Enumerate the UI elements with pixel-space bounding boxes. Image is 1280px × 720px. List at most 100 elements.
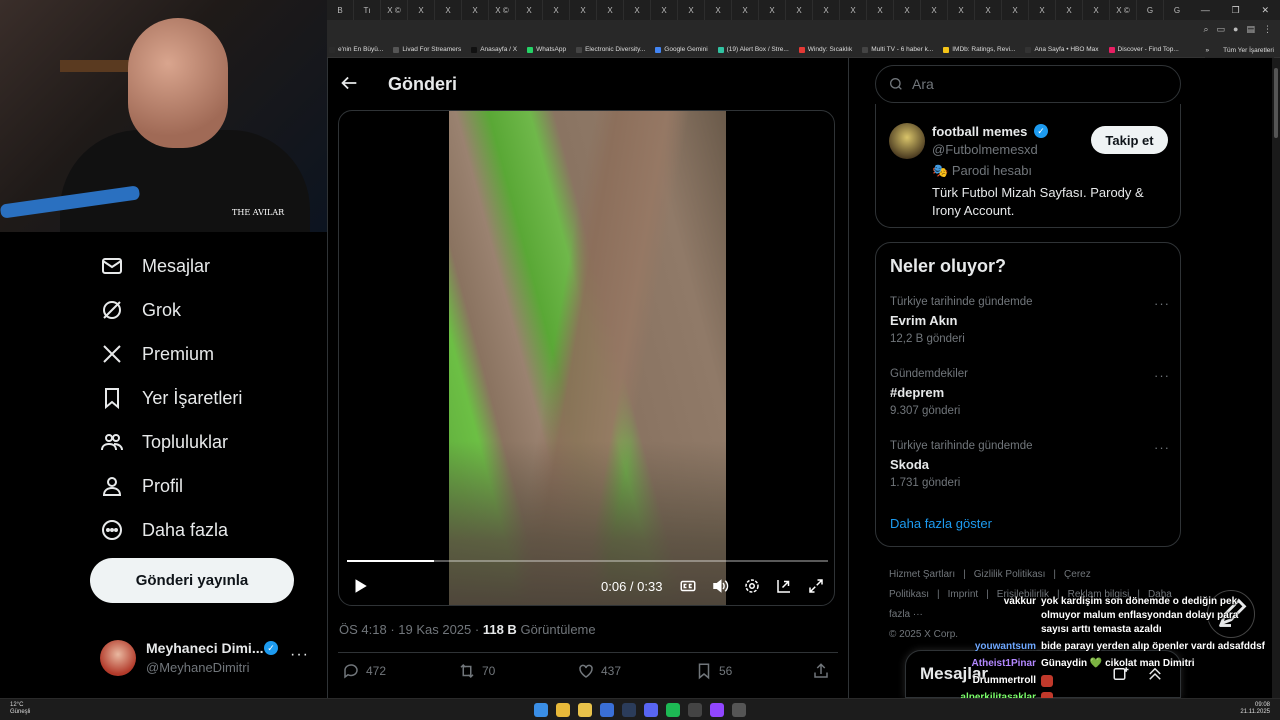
browser-tab[interactable]: X © bbox=[489, 0, 516, 20]
post-button[interactable]: Gönderi yayınla bbox=[90, 558, 294, 603]
weather-widget[interactable]: 12°C Güneşli bbox=[10, 702, 30, 716]
chrome-icon[interactable] bbox=[556, 703, 570, 717]
repost-button[interactable]: 70 bbox=[458, 662, 495, 680]
browser-tab[interactable]: X bbox=[651, 0, 678, 20]
video-progress-bar[interactable] bbox=[347, 560, 828, 562]
browser-tab[interactable]: X bbox=[813, 0, 840, 20]
browser-tab[interactable]: X bbox=[408, 0, 435, 20]
video-player[interactable]: 0:06 / 0:33 bbox=[338, 110, 835, 606]
bookmark-item[interactable]: Anasayfa / X bbox=[471, 46, 517, 53]
bookmark-item[interactable]: Electronic Diversity... bbox=[576, 46, 645, 53]
more-dots-icon[interactable]: ··· bbox=[1154, 296, 1170, 311]
browser-tab[interactable]: X © bbox=[1110, 0, 1137, 20]
footer-link[interactable]: Gizlilik Politikası bbox=[974, 569, 1046, 580]
browser-tab[interactable]: X bbox=[975, 0, 1002, 20]
profile-icon[interactable]: ● bbox=[1233, 24, 1238, 35]
browser-tab[interactable]: X bbox=[948, 0, 975, 20]
browser-tab[interactable]: X bbox=[1056, 0, 1083, 20]
bookmark-item[interactable]: WhatsApp bbox=[527, 46, 566, 53]
extensions-icon[interactable]: ▤ bbox=[1246, 24, 1255, 35]
menu-icon[interactable]: ⋮ bbox=[1263, 24, 1272, 35]
bookmark-button[interactable]: 56 bbox=[695, 662, 732, 680]
footer-link[interactable]: Hizmet Şartları bbox=[889, 569, 955, 580]
fullscreen-icon[interactable] bbox=[807, 577, 825, 595]
card-account-name[interactable]: football memes bbox=[932, 124, 1027, 139]
bookmark-item[interactable]: (19) Alert Box / Stre... bbox=[717, 46, 789, 53]
bookmark-item[interactable]: Multi TV - 6 haber k... bbox=[862, 46, 933, 53]
browser-tab[interactable]: X bbox=[597, 0, 624, 20]
browser-tab[interactable]: X bbox=[678, 0, 705, 20]
app-icon[interactable] bbox=[688, 703, 702, 717]
picture-in-picture-icon[interactable] bbox=[775, 577, 793, 595]
more-dots-icon[interactable]: ··· bbox=[290, 646, 309, 664]
show-more-link[interactable]: Daha fazla göster bbox=[890, 516, 992, 531]
bookmark-item[interactable]: IMDb: Ratings, Revi... bbox=[943, 46, 1015, 53]
bookmark-item[interactable]: Google Gemini bbox=[655, 46, 708, 53]
cast-icon[interactable]: ▭ bbox=[1217, 24, 1226, 35]
nav-item-messages[interactable]: Mesajlar bbox=[100, 254, 210, 278]
browser-tab[interactable]: G bbox=[1137, 0, 1164, 20]
play-icon[interactable] bbox=[351, 577, 369, 595]
browser-tab[interactable]: X bbox=[624, 0, 651, 20]
system-tray[interactable]: 09:08 21.11.2025 bbox=[1240, 702, 1270, 716]
browser-tab[interactable]: X © bbox=[381, 0, 408, 20]
app-icon[interactable] bbox=[732, 703, 746, 717]
browser-tab[interactable]: X bbox=[1083, 0, 1110, 20]
browser-tab[interactable]: X bbox=[732, 0, 759, 20]
nav-item-grok[interactable]: Grok bbox=[100, 298, 181, 322]
browser-tab[interactable]: X bbox=[1002, 0, 1029, 20]
browser-tab[interactable]: X bbox=[435, 0, 462, 20]
nav-item-premium[interactable]: Premium bbox=[100, 342, 214, 366]
browser-tab[interactable]: X bbox=[1029, 0, 1056, 20]
browser-tab[interactable]: X bbox=[867, 0, 894, 20]
browser-tab[interactable]: X bbox=[705, 0, 732, 20]
like-button[interactable]: 437 bbox=[577, 662, 621, 680]
address-bar[interactable]: ⌕ ▭ ● ▤ ⋮ bbox=[327, 20, 1280, 42]
reply-button[interactable]: 472 bbox=[342, 662, 386, 680]
account-switcher[interactable]: Meyhaneci Dimi... ✓ @MeyhaneDimitri ··· bbox=[100, 632, 310, 682]
browser-tab[interactable]: X bbox=[894, 0, 921, 20]
zoom-icon[interactable]: ⌕ bbox=[1203, 24, 1208, 35]
more-dots-icon[interactable]: ··· bbox=[1154, 368, 1170, 383]
follow-button[interactable]: Takip et bbox=[1091, 126, 1168, 154]
bookmark-item[interactable]: e'nin En Büyü... bbox=[329, 46, 383, 53]
browser-tab[interactable]: X bbox=[462, 0, 489, 20]
back-arrow-icon[interactable] bbox=[338, 72, 360, 94]
file-explorer-icon[interactable] bbox=[578, 703, 592, 717]
browser-tab[interactable]: X bbox=[759, 0, 786, 20]
bookmarks-folder[interactable]: Tüm Yer İşaretleri bbox=[1223, 47, 1274, 54]
close-icon[interactable]: ✕ bbox=[1262, 5, 1270, 16]
bookmark-item[interactable]: Ana Sayfa • HBO Max bbox=[1025, 46, 1099, 53]
trend-item[interactable]: Gündemdekiler #deprem 9.307 gönderi ··· bbox=[890, 368, 1170, 428]
browser-tab[interactable]: X bbox=[543, 0, 570, 20]
discord-icon[interactable] bbox=[644, 703, 658, 717]
browser-tab[interactable]: Tı bbox=[354, 0, 381, 20]
volume-icon[interactable] bbox=[711, 577, 729, 595]
browser-tab[interactable]: G bbox=[1164, 0, 1191, 20]
settings-gear-icon[interactable] bbox=[743, 577, 761, 595]
app-icon[interactable] bbox=[600, 703, 614, 717]
minimize-icon[interactable]: — bbox=[1201, 5, 1210, 15]
captions-icon[interactable] bbox=[679, 577, 697, 595]
scrollbar-thumb[interactable] bbox=[1274, 68, 1278, 138]
nav-item-communities[interactable]: Topluluklar bbox=[100, 430, 228, 454]
more-dots-icon[interactable]: ··· bbox=[1154, 440, 1170, 455]
bookmarks-more[interactable]: » bbox=[1205, 47, 1209, 54]
nav-item-profile[interactable]: Profil bbox=[100, 474, 183, 498]
browser-tab[interactable]: X bbox=[840, 0, 867, 20]
post-date[interactable]: 19 Kas 2025 bbox=[398, 622, 471, 637]
avatar[interactable] bbox=[889, 123, 925, 159]
nav-item-bookmarks[interactable]: Yer İşaretleri bbox=[100, 386, 242, 410]
twitch-icon[interactable] bbox=[710, 703, 724, 717]
browser-tab[interactable]: X bbox=[570, 0, 597, 20]
spotify-icon[interactable] bbox=[666, 703, 680, 717]
maximize-icon[interactable]: ❐ bbox=[1232, 5, 1240, 16]
nav-item-more[interactable]: Daha fazla bbox=[100, 518, 228, 542]
page-scrollbar[interactable] bbox=[1272, 58, 1280, 698]
bookmark-item[interactable]: Discover - Find Top... bbox=[1108, 46, 1179, 53]
bookmark-item[interactable]: Livad For Streamers bbox=[393, 46, 461, 53]
browser-tab[interactable]: X bbox=[921, 0, 948, 20]
trend-item[interactable]: Türkiye tarihinde gündemde Skoda 1.731 g… bbox=[890, 440, 1170, 500]
search-box[interactable] bbox=[875, 65, 1181, 103]
steam-icon[interactable] bbox=[622, 703, 636, 717]
